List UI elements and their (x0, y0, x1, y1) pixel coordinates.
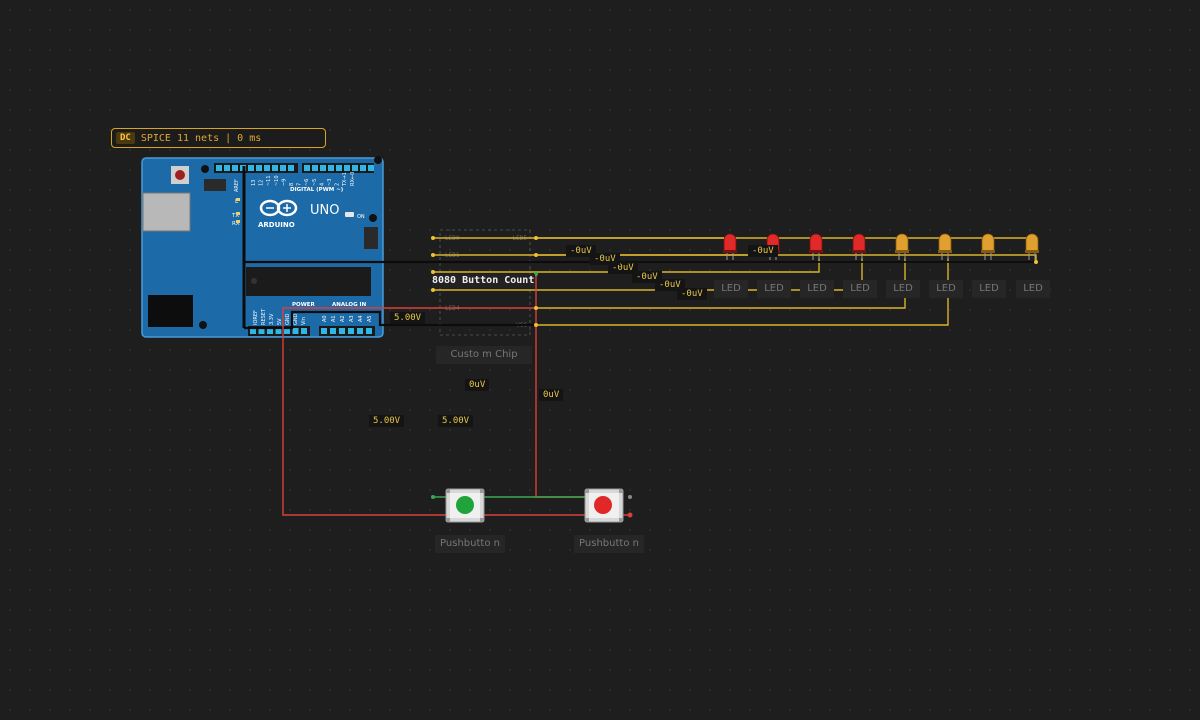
led-label-8[interactable]: LED (1016, 280, 1050, 298)
led-orange-icon[interactable] (938, 233, 952, 260)
digital-pin-label: TX→1 (342, 172, 348, 187)
custom-chip-label[interactable]: Custo m Chip (436, 346, 532, 364)
usb-port (142, 192, 191, 232)
led-red-icon[interactable] (809, 233, 823, 260)
header-pin[interactable] (304, 165, 310, 171)
digital-pin-label: ~3 (327, 179, 333, 186)
analog-pin-label: A5 (367, 315, 373, 322)
led-orange-icon[interactable] (895, 233, 909, 260)
atmega-chip (246, 267, 371, 296)
header-pin[interactable] (232, 165, 238, 171)
header-pin[interactable] (348, 328, 354, 334)
led-red-icon[interactable] (723, 233, 737, 260)
aref-label: AREF (234, 179, 240, 192)
header-pin[interactable] (339, 328, 345, 334)
header-pin[interactable] (330, 328, 336, 334)
voltage-probe: 0uV (465, 379, 490, 391)
digital-pin-label: 4 (319, 183, 325, 186)
digital-pin-label: 12 (259, 180, 265, 186)
pushbutton-green[interactable] (445, 488, 485, 523)
led-label-5[interactable]: LED (886, 280, 920, 298)
led-label-3[interactable]: LED (800, 280, 834, 298)
digital-pin-label: 7 (297, 183, 303, 186)
digital-pin-label: ~5 (312, 179, 318, 186)
voltage-probe: 5.00V (438, 415, 474, 427)
power-jack (148, 295, 193, 327)
custom-chip-title: 8080 Button Count (432, 274, 535, 288)
digital-pin-label: 8 (289, 183, 295, 186)
power-pin-label: IOREF (253, 310, 259, 325)
red-button-cap-icon[interactable] (594, 496, 612, 514)
digital-pin-label: RX←0 (350, 172, 356, 186)
header-pin[interactable] (264, 165, 270, 171)
header-pin[interactable] (336, 165, 342, 171)
on-led-label: ON (357, 214, 365, 220)
pushbutton-red[interactable] (584, 488, 624, 523)
header-pin[interactable] (272, 165, 278, 171)
header-pin[interactable] (312, 165, 318, 171)
digital-header-label: DIGITAL (PWM ~) (290, 187, 344, 193)
digital-pin-label: 13 (251, 180, 257, 186)
power-pin-label: GND (285, 313, 291, 325)
voltage-probe: -0uV (677, 288, 707, 300)
header-pin[interactable] (368, 165, 374, 171)
led-label-6[interactable]: LED (929, 280, 963, 298)
header-pin[interactable] (248, 165, 254, 171)
led-orange-icon[interactable] (981, 233, 995, 260)
board-brand-label: ARDUINO (258, 221, 295, 229)
header-pin[interactable] (352, 165, 358, 171)
digital-pin-label: ~11 (266, 175, 272, 186)
digital-pin-label: ~9 (281, 179, 287, 186)
green-button-cap-icon[interactable] (456, 496, 474, 514)
power-pin-label: 5V (277, 318, 283, 325)
header-pin[interactable] (344, 165, 350, 171)
header-pin[interactable] (366, 328, 372, 334)
header-pin[interactable] (321, 328, 327, 334)
power-pin-label: Vin (301, 317, 307, 325)
digital-pin-label: ~6 (304, 179, 310, 186)
schematic-canvas[interactable]: UNO ARDUINO ON DIGITAL (PWM ~) TX RX L A… (0, 0, 1200, 720)
led-label-2[interactable]: LED (757, 280, 791, 298)
led-label-7[interactable]: LED (972, 280, 1006, 298)
header-pin[interactable] (301, 328, 307, 334)
voltage-probe: 5.00V (369, 415, 405, 427)
voltage-probe: -0uV (590, 253, 620, 265)
power-pin-label: RESET (261, 308, 267, 325)
header-pin[interactable] (256, 165, 262, 171)
header-pin[interactable] (292, 328, 299, 334)
voltage-probe: 0uV (539, 389, 564, 401)
pushbutton-label-2[interactable]: Pushbutto n (574, 535, 644, 553)
board-model-label: UNO (310, 203, 339, 218)
power-pin-label: 3.3V (269, 313, 275, 325)
analog-pin-label: A4 (358, 315, 364, 322)
led-orange-icon[interactable] (1025, 233, 1039, 260)
power-header-label: POWER (292, 302, 316, 308)
power-pin-label: GND (293, 313, 299, 325)
pushbutton-label-1[interactable]: Pushbutto n (435, 535, 505, 553)
digital-pin-label: 2 (335, 183, 341, 186)
led-red-icon[interactable] (852, 233, 866, 260)
voltage-probe: 5.00V (390, 312, 426, 324)
header-pin[interactable] (216, 165, 222, 171)
analog-pin-label: A1 (331, 315, 337, 322)
arduino-uno-board[interactable]: UNO ARDUINO ON DIGITAL (PWM ~) TX RX L A… (141, 156, 384, 338)
header-pin[interactable] (224, 165, 230, 171)
analog-header-label: ANALOG IN (332, 302, 367, 308)
led-label-4[interactable]: LED (843, 280, 877, 298)
header-pin[interactable] (328, 165, 334, 171)
analog-pin-label: A0 (322, 315, 328, 322)
led-label-1[interactable]: LED (714, 280, 748, 298)
voltage-probe: -0uV (748, 245, 778, 257)
digital-pin-label: ~10 (274, 175, 280, 186)
header-pin[interactable] (357, 328, 363, 334)
header-pin[interactable] (320, 165, 326, 171)
header-pin[interactable] (280, 165, 286, 171)
header-pin[interactable] (360, 165, 366, 171)
analog-pin-label: A3 (349, 315, 355, 322)
header-pin[interactable] (288, 165, 294, 171)
analog-pin-label: A2 (340, 315, 346, 322)
